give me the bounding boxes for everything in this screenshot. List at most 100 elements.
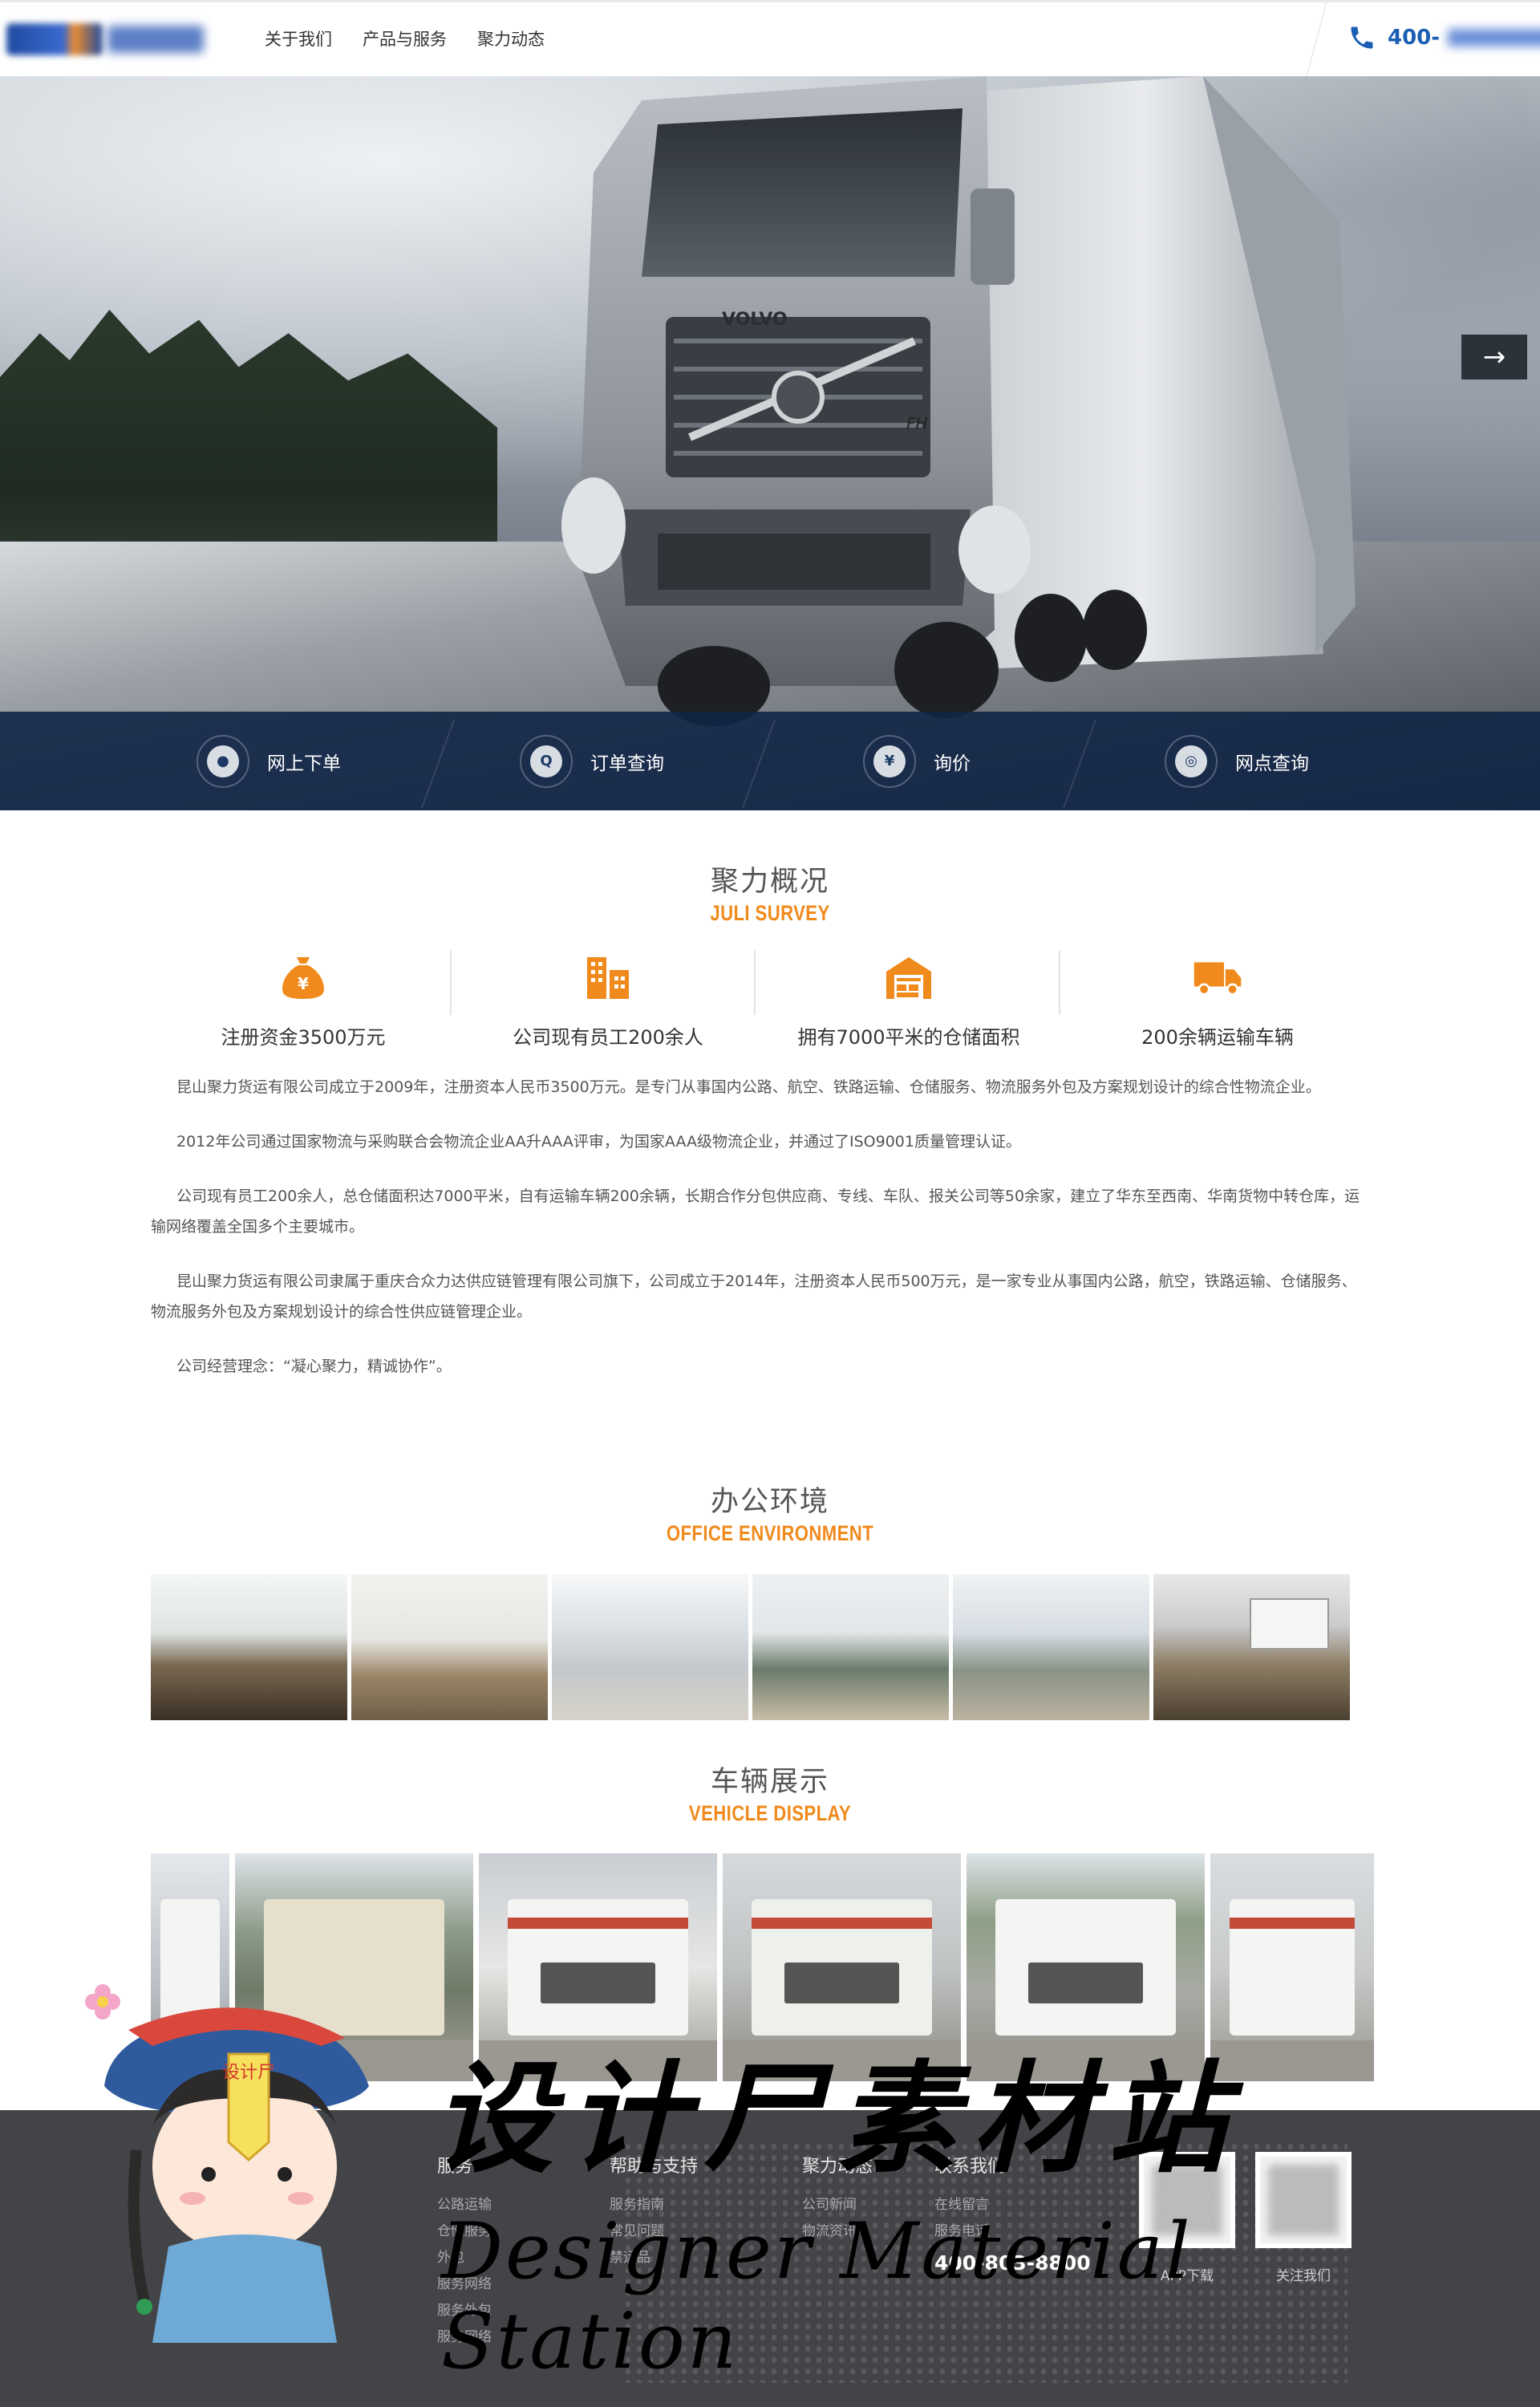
phone-icon	[1351, 26, 1373, 49]
nav-news[interactable]: 聚力动态	[477, 26, 545, 51]
price-icon: ¥	[863, 734, 916, 788]
quick-service-bar: ● 网上下单 Q 订单查询 ¥ 询价 ◎ 网点查询	[0, 712, 1540, 810]
service-divider	[420, 720, 456, 808]
ground	[479, 2040, 717, 2081]
office-photo-5[interactable]	[953, 1574, 1149, 1720]
office-gallery	[151, 1574, 1350, 1720]
vehicle-title-en: VEHICLE DISPLAY	[688, 1801, 852, 1825]
truck-stripe	[751, 1917, 933, 1929]
site-footer: 认识我们 公司简介 企业文化 服务 公路运输 仓储服务 外包 服务网络 服务外包…	[0, 2110, 1540, 2407]
stat-divider	[1059, 951, 1060, 1015]
main-nav: 关于我们 产品与服务 聚力动态	[265, 26, 545, 51]
truck-brand-badge: VOLVO	[722, 310, 788, 330]
footer-col-about: 认识我们 公司简介 企业文化	[241, 2152, 311, 2245]
user-icon: ●	[197, 734, 249, 788]
service-label: 网上下单	[267, 753, 341, 774]
location-icon: ◎	[1165, 734, 1218, 788]
truck-grille	[784, 1963, 899, 2004]
footer-link[interactable]: 服务外包	[437, 2298, 492, 2324]
truck-stripe	[507, 1917, 689, 1929]
vehicle-photo-3[interactable]	[479, 1853, 717, 2081]
building-icon	[587, 957, 629, 999]
footer-col-contact: 联系我们 在线留言 服务电话 400-803-8800	[934, 2152, 1091, 2275]
stat-divider	[754, 951, 756, 1015]
nav-products[interactable]: 产品与服务	[363, 26, 447, 51]
survey-title: 聚力概况 JULI SURVEY	[0, 858, 1540, 926]
intro-paragraph: 昆山聚力货运有限公司成立于2009年，注册资本人民币3500万元。是专门从事国内…	[176, 1078, 1321, 1096]
office-title-en: OFFICE ENVIRONMENT	[666, 1521, 874, 1545]
ground	[723, 2040, 961, 2081]
footer-link[interactable]: 公司简介	[241, 2192, 311, 2218]
logo-wordmark-blurred	[107, 25, 204, 53]
footer-link[interactable]: 服务电话	[934, 2218, 1091, 2245]
service-order-query[interactable]: Q 订单查询	[520, 712, 664, 810]
vehicle-title: 车辆展示 VEHICLE DISPLAY	[0, 1759, 1540, 1826]
phone-number-prefix: 400-	[1388, 26, 1441, 50]
intro-paragraph: 昆山聚力货运有限公司隶属于重庆合众力达供应链管理有限公司旗下，公司成立于2014…	[151, 1273, 1357, 1321]
header-divider	[1305, 2, 1327, 79]
service-divider	[1062, 720, 1097, 808]
office-photo-6[interactable]	[1153, 1574, 1350, 1720]
survey-title-en: JULI SURVEY	[710, 901, 830, 925]
stat-divider	[450, 951, 452, 1015]
footer-col-title: 帮助与支持	[610, 2157, 699, 2177]
office-photo-3[interactable]	[552, 1574, 748, 1720]
intro-paragraph: 公司经营理念：“凝心聚力，精诚协作”。	[176, 1358, 452, 1375]
footer-col-news: 聚力动态 公司新闻 物流资讯	[802, 2152, 873, 2245]
footer-col-title: 联系我们	[934, 2157, 1006, 2177]
money-bag-icon: ¥	[282, 957, 324, 999]
carousel-next-button[interactable]: →	[1461, 335, 1527, 380]
site-header: 关于我们 产品与服务 聚力动态 400-	[0, 0, 1540, 79]
footer-phone: 400-803-8800	[934, 2251, 1091, 2275]
stat-warehouse-area: 拥有7000平米的仓储面积	[756, 951, 1061, 1049]
site-logo[interactable]	[6, 17, 207, 61]
stat-registered-capital: ¥ 注册资金3500万元	[151, 951, 456, 1049]
footer-link[interactable]: 仓储服务	[437, 2218, 492, 2245]
search-doc-icon: Q	[520, 734, 573, 788]
truck-grille	[1028, 1963, 1143, 2004]
stat-text: 注册资金3500万元	[221, 1026, 386, 1049]
qr-label-follow[interactable]: 关注我们	[1255, 2264, 1352, 2284]
vehicle-photo-4[interactable]	[723, 1853, 961, 2081]
footer-link[interactable]: 服务网络	[437, 2324, 492, 2351]
truck-model-badge: FH	[906, 414, 928, 433]
footer-col-title: 聚力动态	[802, 2157, 873, 2177]
office-photo-4[interactable]	[752, 1574, 949, 1720]
service-label: 订单查询	[590, 753, 664, 774]
footer-col-title: 服务	[437, 2157, 473, 2177]
footer-link[interactable]: 公路运输	[437, 2192, 492, 2218]
office-title: 办公环境 OFFICE ENVIRONMENT	[0, 1479, 1540, 1546]
footer-link[interactable]: 常见问题	[610, 2218, 698, 2245]
intro-paragraph: 2012年公司通过国家物流与采购联合会物流企业AA升AAA评审，为国家AAA级物…	[176, 1133, 1021, 1151]
nav-about[interactable]: 关于我们	[265, 26, 332, 51]
office-photo-2[interactable]	[351, 1574, 548, 1720]
service-price-inquiry[interactable]: ¥ 询价	[863, 712, 971, 810]
footer-link[interactable]: 物流资讯	[802, 2218, 873, 2245]
footer-link[interactable]: 外包	[437, 2245, 492, 2271]
survey-stats: ¥ 注册资金3500万元 公司现有员工200余人 拥有7000平米的仓储面积 2…	[151, 951, 1386, 1055]
svg-text:¥: ¥	[298, 974, 309, 993]
vehicle-photo-5[interactable]	[967, 1853, 1205, 2081]
hero-banner: VOLVO FH → ● 网上下单 Q 订单查询 ¥ 询价 ◎ 网点查询	[0, 76, 1540, 810]
vehicle-photo-1[interactable]	[151, 1853, 229, 2081]
ground	[1210, 2040, 1374, 2081]
vehicle-gallery	[151, 1853, 1374, 2081]
truck-stripe	[1230, 1917, 1355, 1929]
footer-link[interactable]: 在线留言	[934, 2192, 1091, 2218]
qr-code-follow	[1255, 2152, 1352, 2248]
vehicle-photo-6[interactable]	[1210, 1853, 1374, 2081]
footer-link[interactable]: 服务指南	[610, 2192, 698, 2218]
ground	[151, 2040, 229, 2081]
footer-link[interactable]: 服务网络	[437, 2271, 492, 2298]
qr-label-app[interactable]: APP下载	[1139, 2264, 1235, 2284]
office-photo-1[interactable]	[151, 1574, 347, 1720]
service-online-order[interactable]: ● 网上下单	[197, 712, 341, 810]
vehicle-photo-2[interactable]	[235, 1853, 473, 2081]
footer-link[interactable]: 企业文化	[241, 2218, 311, 2245]
footer-link[interactable]: 禁运品	[610, 2245, 698, 2271]
survey-title-cn: 聚力概况	[710, 866, 829, 898]
intro-paragraph: 公司现有员工200余人，总仓储面积达7000平米，自有运输车辆200余辆，长期合…	[151, 1187, 1360, 1236]
service-divider	[741, 720, 776, 808]
service-outlet-query[interactable]: ◎ 网点查询	[1165, 712, 1309, 810]
footer-link[interactable]: 公司新闻	[802, 2192, 873, 2218]
